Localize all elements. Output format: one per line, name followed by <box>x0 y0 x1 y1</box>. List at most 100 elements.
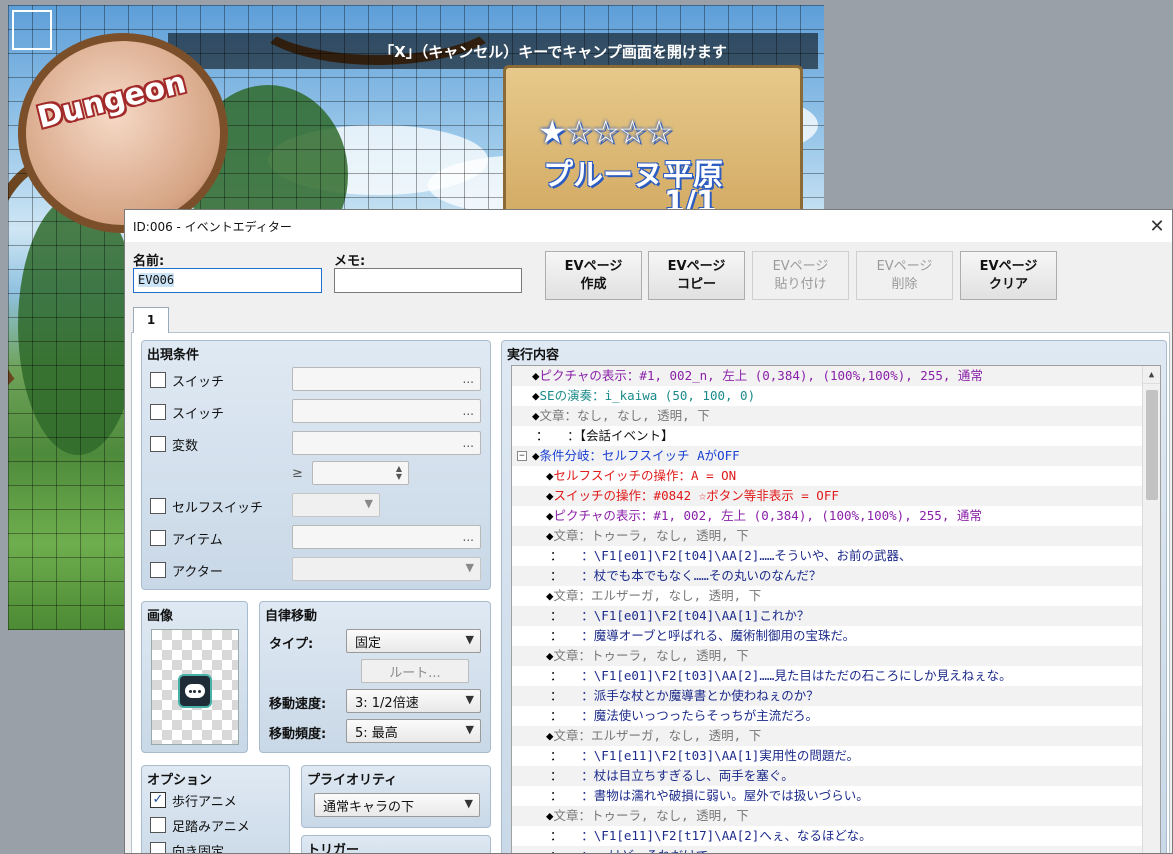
page-create-line1: EVページ <box>564 258 623 274</box>
self-switch-select[interactable]: ▼ <box>292 493 380 517</box>
command-params: ：……けど、それだけで <box>556 848 708 853</box>
page-copy-button[interactable]: EVページ コピー <box>648 251 745 300</box>
command-row[interactable]: ◆セルフスイッチの操作：A = ON <box>512 466 1160 486</box>
page-clear-line1: EVページ <box>979 258 1038 274</box>
movement-speed-select[interactable]: 3: 1/2倍速 ▼ <box>346 689 481 713</box>
switch1-checkbox[interactable]: スイッチ <box>150 370 224 390</box>
command-row[interactable]: ◆文章：エルザーガ, なし, 透明, 下 <box>512 726 1160 746</box>
command-row[interactable]: ◆文章：エルザーガ, なし, 透明, 下 <box>512 586 1160 606</box>
step-anime-checkbox[interactable]: 足踏みアニメ <box>150 815 250 835</box>
command-params: ：\F1[e01]\F2[t04]\AA[1]これか？ <box>556 608 810 623</box>
movement-frequency-select[interactable]: 5: 最高 ▼ <box>346 719 481 743</box>
walk-anime-checkbox[interactable]: ✓ 歩行アニメ <box>150 790 237 810</box>
command-list-scrollbar[interactable]: ▲ <box>1142 366 1160 853</box>
command-row[interactable]: ◆スイッチの操作：#0842 ☆ボタン等非表示 = OFF <box>512 486 1160 506</box>
command-row[interactable]: ◆ピクチャの表示：#1, 002, 左上 (0,384), (100%,100%… <box>512 506 1160 526</box>
command-row[interactable]: ◆SEの演奏：i_kaiwa (50, 100, 0) <box>512 386 1160 406</box>
command-list[interactable]: ◆ピクチャの表示：#1, 002_n, 左上 (0,384), (100%,10… <box>511 365 1161 853</box>
image-preview[interactable] <box>151 629 239 745</box>
switch2-checkbox[interactable]: スイッチ <box>150 402 224 422</box>
command-prefix: ◆ <box>546 528 554 543</box>
tab-page-1[interactable]: 1 <box>133 307 169 333</box>
command-params: ：魔導オーブと呼ばれる、魔術制御用の宝珠だ。 <box>556 628 856 643</box>
command-params: ：派手な杖とか魔導書とか使わねぇのか？ <box>556 688 819 703</box>
priority-panel: プライオリティ 通常キャラの下 ▼ <box>301 765 491 828</box>
actor-checkbox[interactable]: アクター <box>150 560 223 580</box>
variable-selector[interactable]: ... <box>292 431 481 455</box>
command-row[interactable]: ： ：\F1[e11]\F2[t03]\AA[1]実用性の問題だ。 <box>512 746 1160 766</box>
command-rows: ◆ピクチャの表示：#1, 002_n, 左上 (0,384), (100%,10… <box>512 366 1160 853</box>
direction-fix-checkbox[interactable]: 向き固定 <box>150 840 224 853</box>
command-params: ：トゥーラ, なし, 透明, 下 <box>578 808 749 823</box>
command-row[interactable]: ◆文章：トゥーラ, なし, 透明, 下 <box>512 526 1160 546</box>
command-row[interactable]: ： ：杖は目立ちすぎるし、両手を塞ぐ。 <box>512 766 1160 786</box>
command-row[interactable]: ： ：魔法使いっつったらそっちが主流だろ。 <box>512 706 1160 726</box>
scroll-thumb[interactable] <box>1146 390 1158 500</box>
command-params: ：トゥーラ, なし, 透明, 下 <box>578 528 749 543</box>
command-row[interactable]: − ◆条件分岐：セルフスイッチ AがOFF <box>512 446 1160 466</box>
switch2-label: スイッチ <box>172 406 225 422</box>
command-params: ：A = ON <box>678 468 737 483</box>
priority-value: 通常キャラの下 <box>323 799 415 815</box>
command-row[interactable]: ： ：……けど、それだけで <box>512 846 1160 853</box>
name-input[interactable]: EV006 <box>133 268 322 293</box>
switch1-selector[interactable]: ... <box>292 367 481 391</box>
item-label: アイテム <box>172 532 223 548</box>
command-name: スイッチの操作 <box>553 488 642 503</box>
command-prefix: ◆ <box>546 508 554 523</box>
command-row[interactable]: ： ：魔導オーブと呼ばれる、魔術制御用の宝珠だ。 <box>512 626 1160 646</box>
tile-cursor[interactable] <box>12 10 52 50</box>
command-row[interactable]: ： ：派手な杖とか魔導書とか使わねぇのか？ <box>512 686 1160 706</box>
priority-select[interactable]: 通常キャラの下 ▼ <box>314 793 480 817</box>
variable-label: 変数 <box>172 438 199 454</box>
command-row[interactable]: ◆ピクチャの表示：#1, 002_n, 左上 (0,384), (100%,10… <box>512 366 1160 386</box>
trigger-title: トリガー <box>307 843 360 854</box>
priority-title: プライオリティ <box>307 773 398 788</box>
scroll-up-icon[interactable]: ▲ <box>1143 366 1160 384</box>
page-paste-line1: EVページ <box>772 258 829 274</box>
speed-label: 移動速度: <box>269 697 327 712</box>
self-switch-checkbox[interactable]: セルフスイッチ <box>150 496 263 516</box>
command-prefix: ◆ <box>532 448 540 463</box>
speech-bubble-icon <box>178 674 212 708</box>
chevron-down-icon: ▼ <box>465 561 474 574</box>
variable-value-spinner[interactable]: ▲ ▼ <box>312 461 409 485</box>
item-checkbox[interactable]: アイテム <box>150 528 223 548</box>
page-copy-line2: コピー <box>676 276 716 292</box>
command-prefix: ◆ <box>546 468 554 483</box>
page-create-button[interactable]: EVページ 作成 <box>545 251 642 300</box>
command-row[interactable]: ： ：\F1[e01]\F2[t04]\AA[1]これか？ <box>512 606 1160 626</box>
page-clear-button[interactable]: EVページ クリア <box>960 251 1057 300</box>
collapse-icon[interactable]: − <box>517 451 527 461</box>
step-anime-label: 足踏みアニメ <box>172 819 250 835</box>
page-paste-button[interactable]: EVページ 貼り付け <box>752 251 849 300</box>
command-row[interactable]: ◆文章：トゥーラ, なし, 透明, 下 <box>512 646 1160 666</box>
memo-input[interactable] <box>334 268 522 293</box>
page-delete-button[interactable]: EVページ 削除 <box>856 251 953 300</box>
command-row[interactable]: ◆文章：なし, なし, 透明, 下 <box>512 406 1160 426</box>
item-selector[interactable]: ... <box>292 525 481 549</box>
conditions-panel: 出現条件 スイッチ ... スイッチ ... 変数 ... ≥ ▲ ▼ セルフスイ… <box>141 340 491 590</box>
variable-checkbox[interactable]: 変数 <box>150 434 198 454</box>
command-params: ：\F1[e11]\F2[t03]\AA[1]実用性の問題だ。 <box>556 748 859 763</box>
command-row[interactable]: ： ：\F1[e01]\F2[t03]\AA[2]……見た目はただの石ころにしか… <box>512 666 1160 686</box>
command-prefix: ◆ <box>546 588 554 603</box>
command-name: 文章 <box>553 808 579 823</box>
command-name: 文章 <box>553 648 579 663</box>
command-row[interactable]: ： ：杖でも本でもなく……その丸いのなんだ？ <box>512 566 1160 586</box>
event-editor-dialog: ID:006 - イベントエディター ✕ 名前: EV006 メモ: EVページ… <box>124 209 1173 854</box>
movement-type-select[interactable]: 固定 ▼ <box>346 629 481 653</box>
chevron-down-icon: ▼ <box>465 633 474 646</box>
command-row[interactable]: ： ：【会話イベント】 <box>512 426 1160 446</box>
command-row[interactable]: ： ：\F1[e11]\F2[t17]\AA[2]へぇ、なるほどな。 <box>512 826 1160 846</box>
movement-type-value: 固定 <box>355 635 382 651</box>
switch2-selector[interactable]: ... <box>292 399 481 423</box>
route-button[interactable]: ルート... <box>361 659 469 683</box>
chevron-down-icon: ▼ <box>465 693 474 706</box>
close-icon[interactable]: ✕ <box>1142 216 1172 237</box>
frequency-label: 移動頻度: <box>269 727 327 742</box>
command-row[interactable]: ◆文章：トゥーラ, なし, 透明, 下 <box>512 806 1160 826</box>
command-row[interactable]: ： ：書物は濡れや破損に弱い。屋外では扱いづらい。 <box>512 786 1160 806</box>
actor-select[interactable]: ▼ <box>292 557 481 581</box>
command-row[interactable]: ： ：\F1[e01]\F2[t04]\AA[2]……そういや、お前の武器、 <box>512 546 1160 566</box>
